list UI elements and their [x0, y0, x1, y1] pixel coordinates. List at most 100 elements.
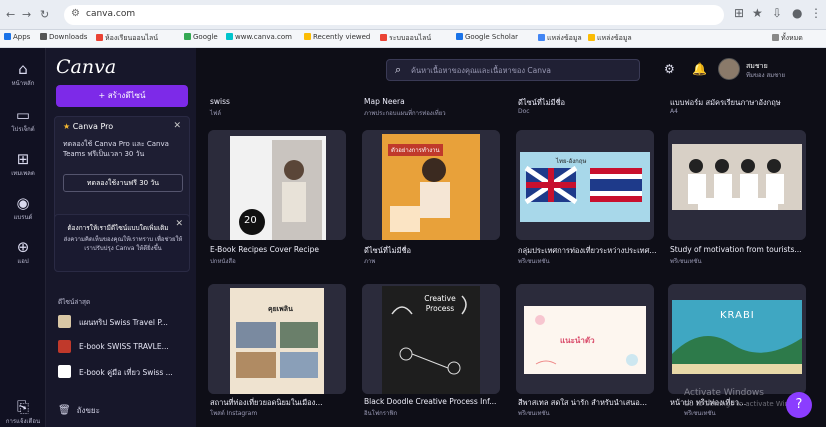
profile-icon[interactable]: ● [792, 6, 802, 20]
design-card[interactable]: แนะนำตัว [516, 284, 654, 394]
design-type: A4 [670, 108, 678, 115]
windows-watermark: Activate Windows [684, 388, 764, 398]
menu-icon[interactable]: ⋮ [810, 6, 822, 20]
bookmark-item[interactable]: Apps [4, 33, 30, 41]
canva-logo[interactable]: Canva [56, 56, 116, 78]
crown-icon: ★ [63, 122, 71, 131]
design-card[interactable]: ไทย-อังกฤษ [516, 130, 654, 240]
card-title[interactable]: E-Book Recipes Cover Recipe [210, 245, 350, 254]
rail-item-projects[interactable]: ▭ โปรเจ็กต์ [0, 106, 46, 134]
side-panel: Canva + สร้างดีไซน์ ★ Canva Pro ✕ ทดลองใ… [46, 48, 196, 427]
rail-label: หน้าหลัก [11, 80, 35, 87]
site-info-icon[interactable]: ⚙ [71, 8, 80, 19]
design-thumbnail [58, 340, 71, 353]
account-team: ทีมของ สมชาย [746, 72, 786, 79]
help-button[interactable]: ? [786, 392, 812, 418]
design-thumbnail [668, 130, 806, 240]
card-type: โพสต์ Instagram [210, 410, 258, 417]
card-banner: ไทย-อังกฤษ [556, 158, 587, 165]
rail-item-templates[interactable]: ⊞ เทมเพลต [0, 150, 46, 178]
recent-design-item[interactable]: แผนทริป Swiss Travel P... [58, 313, 192, 331]
feedback-text: ส่งความคิดเห็นของคุณให้เราทราบ เพื่อช่วย… [63, 236, 183, 252]
folder-icon: ▭ [15, 106, 31, 124]
feedback-card: ต้องการให้เรามีดีไซน์แบบใดเพิ่มเติม ✕ ส่… [54, 214, 190, 272]
trash-item[interactable]: 🗑 ถังขยะ [58, 404, 100, 417]
design-thumbnail [58, 315, 71, 328]
rail-item-apps[interactable]: ⊕ แอป [0, 238, 46, 266]
recent-design-item[interactable]: E-book SWISS TRAVLE... [58, 338, 192, 356]
account-menu[interactable]: สมชาย ทีมของ สมชาย [718, 57, 822, 83]
design-title[interactable]: แบบฟอร์ม สมัครเรียนภาษาอังกฤษ [670, 97, 781, 109]
card-banner: แนะนำตัว [560, 336, 595, 345]
card-banner: ตัวอย่างการทำงาน [388, 144, 443, 156]
card-badge: 20 [244, 215, 257, 226]
bookmark-item[interactable]: www.canva.com [226, 33, 292, 41]
bookmark-item[interactable]: Downloads [40, 33, 87, 41]
card-title[interactable]: Black Doodle Creative Process Inf... [364, 397, 504, 406]
recent-heading: ดีไซน์ล่าสุด [58, 298, 91, 306]
promo-title: Canva Pro [72, 122, 114, 131]
back-icon[interactable]: ← [6, 8, 15, 21]
bookmark-item[interactable]: Google [184, 33, 218, 41]
design-title[interactable]: Map Neera [364, 97, 405, 106]
design-card[interactable] [668, 130, 806, 240]
card-type: พรีเซนเทชัน [670, 258, 702, 265]
design-card[interactable]: 20 [208, 130, 346, 240]
bookmark-item[interactable]: แหล่งข้อมูล [588, 33, 632, 44]
settings-icon[interactable]: ⚙ [664, 62, 675, 76]
close-icon[interactable]: ✕ [173, 121, 181, 131]
bookmark-item[interactable]: ระบบออนไลน์ [380, 33, 431, 44]
canva-app: ⌂ หน้าหลัก ▭ โปรเจ็กต์ ⊞ เทมเพลต ◉ แบรนด… [0, 48, 826, 427]
bookmark-star-icon[interactable]: ★ [752, 6, 763, 20]
trash-icon: 🗑 [58, 405, 71, 416]
rail-label: โปรเจ็กต์ [11, 126, 35, 133]
bookmark-item[interactable]: แหล่งข้อมูล [538, 33, 582, 44]
brand-icon: ◉ [16, 194, 30, 212]
address-url: canva.com [86, 9, 136, 19]
design-card[interactable]: คุยเพลิน [208, 284, 346, 394]
create-design-button[interactable]: + สร้างดีไซน์ [56, 85, 188, 107]
design-title[interactable]: swiss [210, 97, 230, 106]
design-type: ไฟล์ [210, 110, 221, 117]
bookmark-item[interactable]: Recently viewed [304, 33, 370, 41]
rail-label: แอป [17, 258, 29, 265]
search-input[interactable]: ⌕ ค้นหาเนื้อหาของคุณและเนื้อหาของ Canva [386, 59, 640, 81]
card-title[interactable]: Study of motivation from tourists... [670, 245, 810, 254]
notification-icon: ⎘ [16, 398, 29, 416]
reload-icon[interactable]: ↻ [40, 8, 49, 21]
address-bar[interactable]: ⚙ canva.com [64, 5, 724, 25]
bookmark-item[interactable]: ทั้งหมด [772, 33, 803, 44]
bell-icon[interactable]: 🔔 [692, 62, 707, 76]
templates-icon: ⊞ [16, 150, 30, 168]
design-card[interactable]: ตัวอย่างการทำงาน [362, 130, 500, 240]
design-thumbnail [208, 284, 346, 394]
bookmark-item[interactable]: ห้องเรียนออนไลน์ [96, 33, 158, 44]
trial-button[interactable]: ทดลองใช้งานฟรี 30 วัน [63, 174, 183, 192]
feedback-title: ต้องการให้เรามีดีไซน์แบบใดเพิ่มเติม [67, 224, 169, 232]
design-type: ภาพประกอบแผนที่การท่องเที่ยว [364, 110, 446, 117]
recent-design-label: E-book คู่มือ เที่ยว Swiss ... [79, 368, 173, 377]
card-title[interactable]: ดีไซน์ที่ไม่มีชื่อ [364, 245, 504, 257]
design-card[interactable]: KRABI [668, 284, 806, 394]
apps-icon: ⊕ [16, 238, 30, 256]
recent-design-label: แผนทริป Swiss Travel P... [79, 318, 168, 327]
home-icon: ⌂ [18, 60, 28, 78]
rail-item-notifications[interactable]: ⎘ การแจ้งเตือน [0, 398, 46, 426]
rail-label: แบรนด์ [13, 214, 33, 221]
avatar [718, 58, 740, 80]
design-card[interactable]: Creative Process [362, 284, 500, 394]
downloads-icon[interactable]: ⇩ [772, 6, 782, 20]
recent-design-item[interactable]: E-book คู่มือ เที่ยว Swiss ... [58, 363, 192, 381]
rail-label: การแจ้งเตือน [5, 418, 41, 425]
card-type: พรีเซนเทชัน [518, 258, 550, 265]
extensions-icon[interactable]: ⊞ [734, 6, 744, 20]
rail-item-home[interactable]: ⌂ หน้าหลัก [0, 60, 46, 88]
card-type: ปกหนังสือ [210, 258, 236, 265]
bookmark-item[interactable]: Google Scholar [456, 33, 518, 41]
card-type: ภาพ [364, 258, 376, 265]
promo-text: ทดลองใช้ Canva Pro และ Canva Teams ฟรีเป… [63, 140, 169, 158]
close-icon[interactable]: ✕ [175, 219, 183, 229]
design-type: Doc [518, 108, 530, 115]
forward-icon[interactable]: → [22, 8, 31, 21]
rail-item-brand[interactable]: ◉ แบรนด์ [0, 194, 46, 222]
